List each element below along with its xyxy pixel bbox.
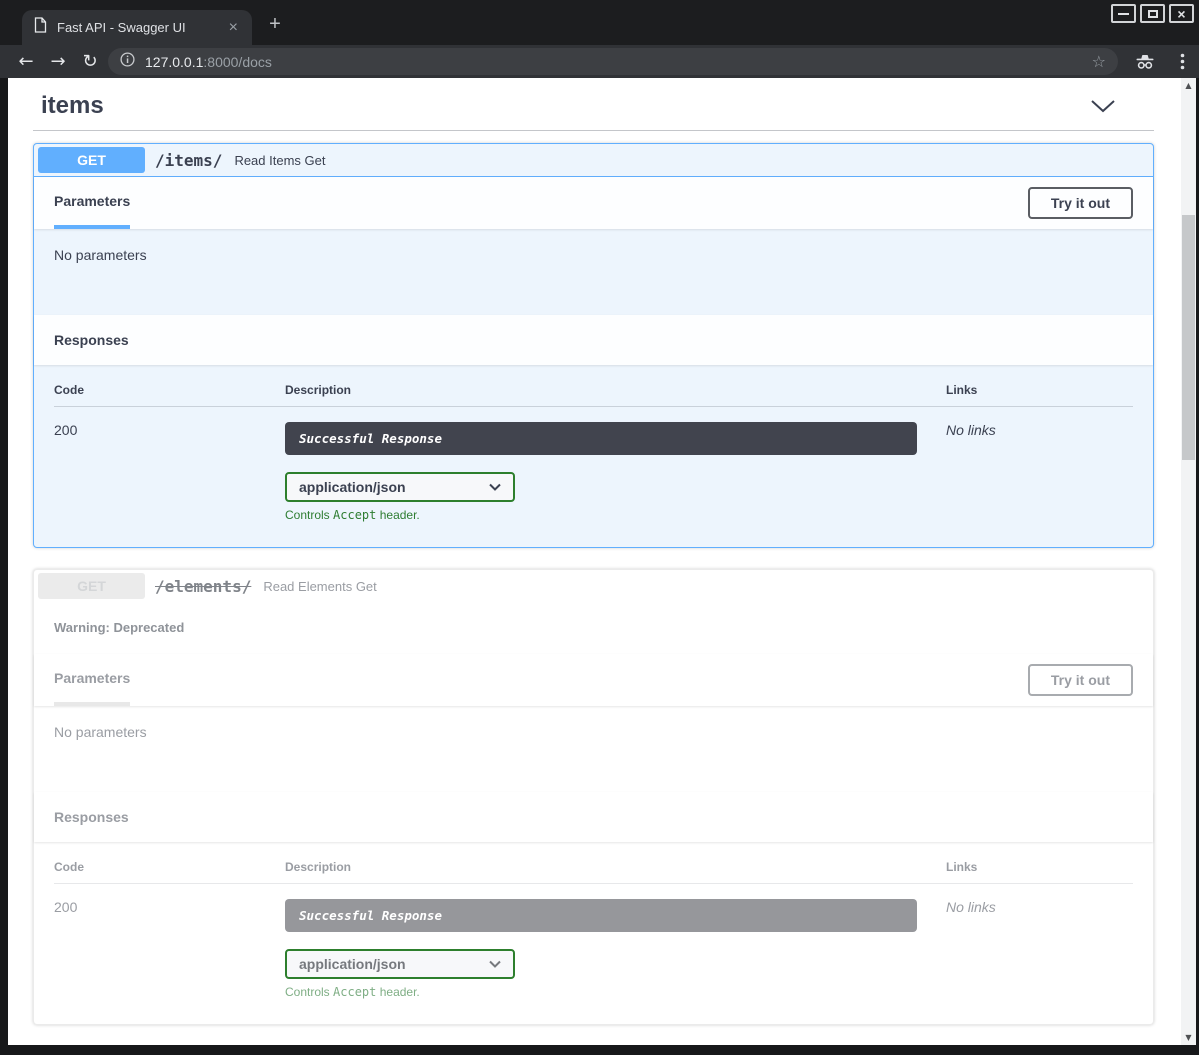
note-code: Accept <box>333 985 376 999</box>
tab-strip: Fast API - Swagger UI × + × <box>0 0 1199 45</box>
maximize-button[interactable] <box>1140 4 1165 23</box>
media-type-value: application/json <box>299 479 406 495</box>
accept-header-note: Controls Accept header. <box>285 508 946 522</box>
endpoint-summary: Read Items Get <box>234 153 325 168</box>
response-code: 200 <box>54 884 285 999</box>
try-it-out-button[interactable]: Try it out <box>1028 187 1133 219</box>
method-badge: GET <box>38 573 145 599</box>
reload-button[interactable]: ↻ <box>74 45 106 78</box>
description-column-header: Description <box>285 383 946 407</box>
url-host: 127.0.0.1 <box>145 54 203 70</box>
responses-header: Responses <box>34 792 1153 842</box>
response-description: Successful Response <box>285 422 917 455</box>
tag-section-title: items <box>41 92 104 120</box>
note-prefix: Controls <box>285 985 333 999</box>
swagger-page: items GET /items/ Read Items Get Paramet… <box>8 78 1181 1025</box>
parameters-tab[interactable]: Parameters <box>54 654 130 706</box>
deprecated-warning: Warning: Deprecated <box>34 602 1153 654</box>
scrollbar-thumb[interactable] <box>1182 215 1195 460</box>
minimize-button[interactable] <box>1111 4 1136 23</box>
no-parameters-text: No parameters <box>54 724 147 740</box>
note-suffix: header. <box>376 508 419 522</box>
response-row: 200 Successful Response application/json… <box>54 407 1133 522</box>
note-suffix: header. <box>376 985 419 999</box>
responses-table-header: Code Description Links <box>54 383 1133 407</box>
links-column-header: Links <box>946 383 1133 407</box>
close-button[interactable]: × <box>1169 4 1194 23</box>
page-favicon-icon <box>34 17 47 38</box>
note-prefix: Controls <box>285 508 333 522</box>
parameters-header: Parameters Try it out <box>34 654 1153 706</box>
minimize-icon <box>1118 13 1129 15</box>
parameters-body: No parameters <box>34 229 1153 315</box>
tag-section-header[interactable]: items <box>33 90 1154 131</box>
opblock-summary[interactable]: GET /elements/ Read Elements Get <box>34 570 1153 602</box>
page-viewport: items GET /items/ Read Items Get Paramet… <box>8 78 1196 1045</box>
maximize-icon <box>1148 10 1158 18</box>
url-path: :8000/docs <box>203 54 272 70</box>
parameters-body: No parameters <box>34 706 1153 792</box>
opblock-get-elements-deprecated: GET /elements/ Read Elements Get Warning… <box>33 569 1154 1025</box>
endpoint-path: /elements/ <box>155 577 251 596</box>
note-code: Accept <box>333 508 376 522</box>
description-column-header: Description <box>285 860 946 884</box>
response-row: 200 Successful Response application/json… <box>54 884 1133 999</box>
opblock-summary[interactable]: GET /items/ Read Items Get <box>34 144 1153 177</box>
tab-title: Fast API - Swagger UI <box>57 20 215 35</box>
response-links: No links <box>946 884 1133 999</box>
response-description: Successful Response <box>285 899 917 932</box>
response-links: No links <box>946 407 1133 522</box>
response-description-cell: Successful Response application/json Con… <box>285 884 946 999</box>
collapse-chevron-icon[interactable] <box>1090 95 1146 118</box>
parameters-tab[interactable]: Parameters <box>54 177 130 229</box>
browser-toolbar: ← → ↻ 127.0.0.1:8000/docs ☆ <box>0 45 1199 78</box>
bookmark-star-icon[interactable]: ☆ <box>1092 52 1106 71</box>
responses-body: Code Description Links 200 Successful Re… <box>34 842 1153 1024</box>
page-scrollbar[interactable]: ▲ ▼ <box>1181 78 1196 1045</box>
window-controls: × <box>1111 4 1194 23</box>
links-column-header: Links <box>946 860 1133 884</box>
incognito-icon <box>1135 53 1155 75</box>
endpoint-summary: Read Elements Get <box>263 579 376 594</box>
site-info-icon[interactable] <box>120 52 135 72</box>
accept-header-note: Controls Accept header. <box>285 985 946 999</box>
responses-title: Responses <box>54 332 129 348</box>
responses-body: Code Description Links 200 Successful Re… <box>34 365 1153 547</box>
method-badge: GET <box>38 147 145 173</box>
scroll-down-icon[interactable]: ▼ <box>1181 1030 1196 1045</box>
browser-menu-icon[interactable] <box>1180 53 1185 75</box>
tab-close-icon[interactable]: × <box>225 20 242 36</box>
response-description-cell: Successful Response application/json Con… <box>285 407 946 522</box>
browser-tab[interactable]: Fast API - Swagger UI × <box>22 10 252 45</box>
media-type-select[interactable]: application/json <box>285 472 515 502</box>
forward-button[interactable]: → <box>42 45 74 78</box>
response-code: 200 <box>54 407 285 522</box>
chevron-down-icon <box>489 960 501 968</box>
code-column-header: Code <box>54 383 285 407</box>
media-type-select[interactable]: application/json <box>285 949 515 979</box>
code-column-header: Code <box>54 860 285 884</box>
parameters-header: Parameters Try it out <box>34 177 1153 229</box>
url-text: 127.0.0.1:8000/docs <box>145 54 1092 70</box>
no-parameters-text: No parameters <box>54 247 147 263</box>
try-it-out-button[interactable]: Try it out <box>1028 664 1133 696</box>
opblock-get-items: GET /items/ Read Items Get Parameters Tr… <box>33 143 1154 548</box>
endpoint-path: /items/ <box>155 151 222 170</box>
responses-title: Responses <box>54 809 129 825</box>
back-button[interactable]: ← <box>10 45 42 78</box>
new-tab-button[interactable]: + <box>262 14 288 34</box>
responses-header: Responses <box>34 315 1153 365</box>
media-type-value: application/json <box>299 956 406 972</box>
scroll-up-icon[interactable]: ▲ <box>1181 78 1196 93</box>
chevron-down-icon <box>489 483 501 491</box>
responses-table-header: Code Description Links <box>54 860 1133 884</box>
address-bar[interactable]: 127.0.0.1:8000/docs ☆ <box>108 48 1118 75</box>
